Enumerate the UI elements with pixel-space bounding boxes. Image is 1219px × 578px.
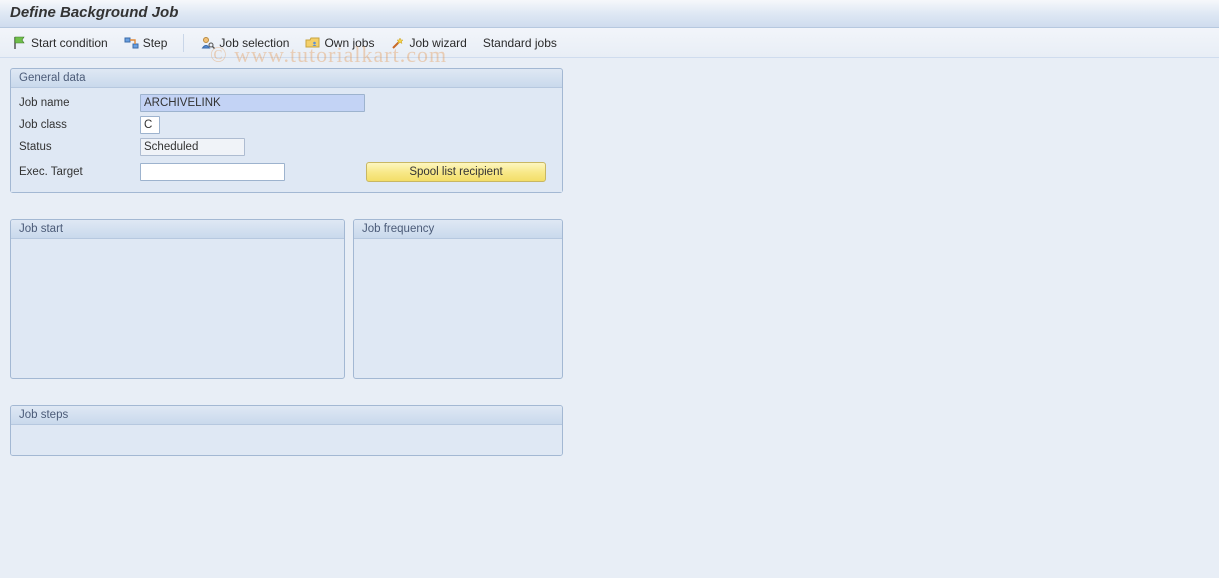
page-title: Define Background Job xyxy=(10,4,178,21)
job-steps-groupbox: Job steps xyxy=(10,405,563,456)
start-condition-button[interactable]: Start condition xyxy=(8,33,112,53)
job-class-row: Job class xyxy=(17,116,556,134)
status-row: Status Scheduled xyxy=(17,138,556,156)
job-frequency-groupbox: Job frequency xyxy=(353,219,563,379)
exec-target-row: Exec. Target Spool list recipient xyxy=(17,162,556,182)
person-search-icon xyxy=(200,35,216,51)
start-frequency-row: Job start Job frequency xyxy=(10,219,563,379)
folder-person-icon xyxy=(305,35,321,51)
status-label: Status xyxy=(17,141,132,153)
content-area: General data Job name Job class Status S… xyxy=(0,58,1219,466)
job-steps-header: Job steps xyxy=(11,406,562,425)
standard-jobs-label: Standard jobs xyxy=(483,36,557,50)
job-selection-label: Job selection xyxy=(219,36,289,50)
job-frequency-body xyxy=(354,239,562,375)
wizard-icon xyxy=(390,35,406,51)
job-name-input[interactable] xyxy=(140,94,365,112)
step-label: Step xyxy=(143,36,168,50)
general-data-header: General data xyxy=(11,69,562,88)
general-data-body: Job name Job class Status Scheduled Exec… xyxy=(11,88,562,192)
status-value: Scheduled xyxy=(140,138,245,156)
job-steps-body xyxy=(11,425,562,455)
job-name-label: Job name xyxy=(17,97,132,109)
exec-target-label: Exec. Target xyxy=(17,166,132,178)
toolbar-separator xyxy=(183,34,184,52)
toolbar: Start condition Step Job selection Own j… xyxy=(0,28,1219,58)
step-icon xyxy=(124,35,140,51)
standard-jobs-button[interactable]: Standard jobs xyxy=(479,34,561,52)
own-jobs-button[interactable]: Own jobs xyxy=(301,33,378,53)
start-condition-label: Start condition xyxy=(31,36,108,50)
spool-list-recipient-button[interactable]: Spool list recipient xyxy=(366,162,546,182)
exec-target-input[interactable] xyxy=(140,163,285,181)
step-button[interactable]: Step xyxy=(120,33,172,53)
job-name-row: Job name xyxy=(17,94,556,112)
flag-icon xyxy=(12,35,28,51)
job-class-label: Job class xyxy=(17,119,132,131)
job-start-body xyxy=(11,239,344,375)
general-data-groupbox: General data Job name Job class Status S… xyxy=(10,68,563,193)
job-start-header: Job start xyxy=(11,220,344,239)
title-bar: Define Background Job xyxy=(0,0,1219,28)
job-start-groupbox: Job start xyxy=(10,219,345,379)
job-wizard-label: Job wizard xyxy=(409,36,466,50)
own-jobs-label: Own jobs xyxy=(324,36,374,50)
job-selection-button[interactable]: Job selection xyxy=(196,33,293,53)
job-frequency-header: Job frequency xyxy=(354,220,562,239)
job-wizard-button[interactable]: Job wizard xyxy=(386,33,470,53)
job-class-input[interactable] xyxy=(140,116,160,134)
